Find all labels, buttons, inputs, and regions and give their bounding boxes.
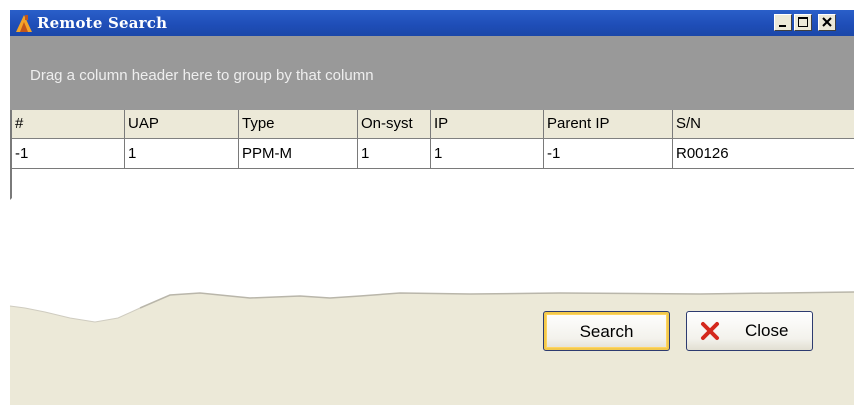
cell-on-system: 1 — [358, 139, 431, 168]
results-grid[interactable]: # UAP Type On-syst IP Parent IP S/N -1 1… — [10, 110, 854, 200]
app-icon — [14, 13, 34, 33]
cell-ip: 1 — [431, 139, 544, 168]
close-button-label: Close — [745, 321, 789, 340]
column-header-ip[interactable]: IP — [431, 110, 544, 138]
table-row[interactable]: -1 1 PPM-M 1 1 -1 R00126 — [12, 139, 854, 169]
window-title: Remote Search — [37, 14, 168, 32]
grid-header-row: # UAP Type On-syst IP Parent IP S/N — [12, 110, 854, 139]
cell-uap: 1 — [125, 139, 239, 168]
close-button[interactable]: Close — [686, 311, 813, 351]
cell-serial-number: R00126 — [676, 145, 729, 162]
group-by-panel[interactable]: Drag a column header here to group by th… — [10, 36, 854, 110]
cell-number: -1 — [12, 139, 125, 168]
column-header-uap[interactable]: UAP — [125, 110, 239, 138]
cell-type: PPM-M — [239, 139, 358, 168]
minimize-icon — [779, 25, 786, 27]
column-header-serial-number[interactable]: S/N — [673, 110, 854, 138]
minimize-button[interactable] — [774, 14, 792, 31]
title-bar[interactable]: Remote Search — [10, 10, 854, 36]
search-button[interactable]: Search — [543, 311, 670, 351]
close-icon — [822, 17, 832, 27]
search-button-label: Search — [579, 322, 634, 341]
column-header-number[interactable]: # — [12, 110, 125, 138]
group-by-hint: Drag a column header here to group by th… — [30, 67, 374, 84]
column-header-parent-ip[interactable]: Parent IP — [544, 110, 673, 138]
column-header-on-system[interactable]: On-syst — [358, 110, 431, 138]
column-header-type[interactable]: Type — [239, 110, 358, 138]
maximize-button[interactable] — [794, 14, 812, 31]
x-icon — [701, 322, 719, 340]
cell-parent-ip: -1 — [544, 139, 673, 168]
maximize-icon — [798, 17, 808, 27]
close-window-button[interactable] — [818, 14, 836, 31]
